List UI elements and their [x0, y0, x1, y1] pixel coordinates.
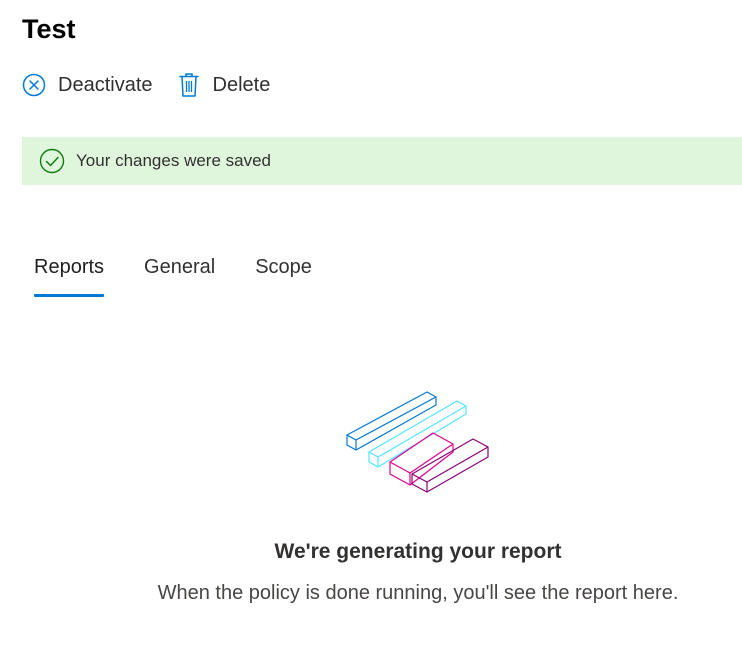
trash-icon	[177, 72, 201, 98]
delete-label: Delete	[212, 73, 271, 96]
tab-reports[interactable]: Reports	[22, 248, 116, 297]
deactivate-label: Deactivate	[58, 73, 153, 96]
checkmark-circle-icon	[39, 148, 65, 174]
empty-state-subtitle: When the policy is done running, you'll …	[157, 582, 679, 604]
tab-list: Reports General Scope	[22, 248, 340, 297]
command-bar: Deactivate Delete	[22, 72, 294, 98]
page-title: Test	[22, 14, 76, 44]
tab-general[interactable]: General	[132, 248, 227, 297]
success-message-bar: Your changes were saved	[22, 137, 742, 185]
tab-scope[interactable]: Scope	[243, 248, 324, 297]
empty-state-title: We're generating your report	[274, 540, 562, 563]
circle-x-icon	[22, 72, 46, 98]
generating-report-illustration	[340, 385, 500, 500]
deactivate-button[interactable]: Deactivate	[22, 72, 153, 98]
success-message-text: Your changes were saved	[76, 151, 272, 170]
delete-button[interactable]: Delete	[177, 72, 271, 98]
